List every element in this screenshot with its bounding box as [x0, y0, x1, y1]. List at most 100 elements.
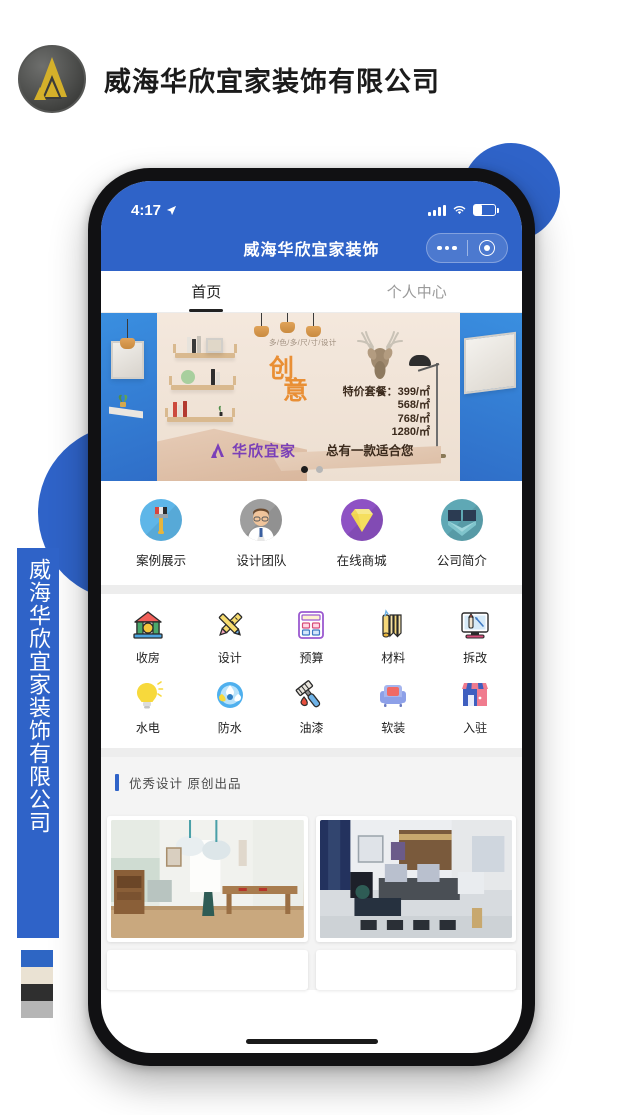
- waterproof-drops-icon: [213, 678, 247, 712]
- quick-nav-item-design-team[interactable]: 设计团队: [211, 499, 311, 569]
- banner-books-6: [173, 402, 177, 417]
- cellular-signal-icon: [428, 204, 446, 216]
- service-item-join[interactable]: 入驻: [434, 678, 516, 736]
- tab-bar: 首页 个人中心: [101, 271, 522, 313]
- banner-brand-text: 华欣宜家: [232, 443, 297, 460]
- phone-mockup: 4:17 威海华欣宜家装饰 首页 个人中心 多/色/多/尺/寸/设计 创 意 特…: [88, 168, 535, 1066]
- company-logo-icon: [18, 45, 86, 113]
- banner-vase-green: [181, 370, 195, 384]
- service-item-paint[interactable]: 油漆: [271, 678, 353, 736]
- banner-slogan: 总有一款适合您: [326, 444, 414, 458]
- design-card[interactable]: [315, 816, 516, 942]
- design-card[interactable]: [107, 816, 308, 942]
- quick-nav-label: 在线商城: [336, 554, 387, 568]
- design-card-photo: [319, 820, 512, 938]
- shop-icon: [458, 678, 492, 712]
- service-row-2: 水电 防水 油漆 软装 入驻: [107, 678, 516, 736]
- wifi-icon: [453, 206, 466, 215]
- banner-headline-char2: 意: [283, 376, 309, 405]
- service-row-1: 收房 设计 预算 材料 拆改: [107, 608, 516, 666]
- service-item-budget[interactable]: 预算: [271, 608, 353, 666]
- huaxin-logo-icon: [209, 442, 227, 459]
- banner-pendant-3: [306, 313, 321, 337]
- section-divider-1: [101, 585, 522, 594]
- close-target-icon[interactable]: [468, 240, 508, 256]
- banner-pendant-1: [254, 313, 269, 337]
- design-accent-bar: [115, 774, 119, 791]
- tab-home-label: 首页: [191, 284, 222, 301]
- service-label: 收房: [135, 651, 160, 665]
- section-divider-2: [101, 748, 522, 757]
- service-item-handover[interactable]: 收房: [107, 608, 189, 666]
- banner-carousel[interactable]: 多/色/多/尺/寸/设计 创 意 特价套餐：399/㎡ 568/㎡ 768/㎡ …: [101, 313, 522, 481]
- banner-plant-shelf: [217, 403, 225, 417]
- banner-pendant-lamp-left: [120, 319, 135, 349]
- palette-swatch-3: [21, 984, 53, 1001]
- palette-swatch-1: [21, 950, 53, 967]
- banner-shelf-frame-1: [206, 338, 223, 353]
- sofa-icon: [376, 678, 410, 712]
- service-label: 预算: [299, 651, 324, 665]
- banner-package-label: 特价套餐：: [342, 386, 398, 398]
- service-label: 材料: [381, 651, 406, 665]
- house-handover-icon: [131, 608, 165, 642]
- design-card-partial[interactable]: [315, 950, 516, 990]
- banner-wall-picture-right: [464, 331, 516, 395]
- carousel-dot-1[interactable]: [300, 466, 308, 473]
- banner-books-5: [216, 372, 220, 385]
- diamond-icon: [340, 499, 383, 541]
- open-book-icon: [440, 499, 483, 541]
- palette-swatch-4: [21, 1001, 53, 1018]
- carousel-indicator[interactable]: [300, 466, 323, 473]
- location-arrow-icon: [166, 205, 177, 215]
- lightbulb-icon: [131, 678, 165, 712]
- banner-shelf-1: [173, 344, 237, 358]
- status-bar: 4:17: [101, 181, 522, 225]
- service-label: 软装: [381, 721, 406, 735]
- design-card-photo: [111, 820, 304, 938]
- design-section-title: 优秀设计 原创出品: [129, 777, 242, 791]
- design-card-list-second-row: [101, 942, 522, 990]
- service-label: 入驻: [463, 721, 488, 735]
- quick-nav-item-about[interactable]: 公司简介: [412, 499, 512, 569]
- banner-books-8: [183, 401, 187, 417]
- service-item-waterproof[interactable]: 防水: [189, 678, 271, 736]
- quick-nav-grid: 案例展示 设计团队 在线商城 公司简介: [101, 481, 522, 585]
- miniprogram-capsule[interactable]: [426, 233, 508, 263]
- service-item-material[interactable]: 材料: [352, 608, 434, 666]
- banner-books-2: [192, 339, 196, 353]
- service-label: 水电: [135, 721, 160, 735]
- service-label: 防水: [217, 721, 242, 735]
- service-item-furnishing[interactable]: 软装: [352, 678, 434, 736]
- battery-icon: [473, 204, 499, 216]
- banner-price-1: 399/㎡: [397, 386, 430, 398]
- service-label: 拆改: [463, 651, 488, 665]
- banner-shelf-3: [165, 408, 235, 422]
- calculator-icon: [294, 608, 328, 642]
- color-palette: [21, 950, 53, 1018]
- banner-brand: 华欣宜家: [209, 440, 296, 461]
- palette-swatch-2: [21, 967, 53, 984]
- carousel-dot-2[interactable]: [315, 466, 323, 473]
- banner-plant-left: [115, 391, 131, 407]
- design-card-partial[interactable]: [107, 950, 308, 990]
- banner-shelf-2: [169, 376, 236, 390]
- tab-home[interactable]: 首页: [101, 281, 312, 302]
- page-title: 威海华欣宜家装饰有限公司: [104, 66, 440, 97]
- quick-nav-item-shop[interactable]: 在线商城: [312, 499, 412, 569]
- quick-nav-item-cases[interactable]: 案例展示: [111, 499, 211, 569]
- service-item-demolition[interactable]: 拆改: [434, 608, 516, 666]
- tab-profile-label: 个人中心: [386, 284, 447, 301]
- phone-screen: 4:17 威海华欣宜家装饰 首页 个人中心 多/色/多/尺/寸/设计 创 意 特…: [101, 181, 522, 1053]
- design-section-header: 优秀设计 原创出品: [101, 757, 522, 808]
- service-item-design[interactable]: 设计: [189, 608, 271, 666]
- page-header: 威海华欣宜家装饰有限公司: [18, 45, 440, 113]
- banner-books-1: [187, 337, 191, 353]
- pencil-ruler-icon: [213, 608, 247, 642]
- service-label: 油漆: [299, 721, 324, 735]
- designer-person-icon: [240, 499, 283, 541]
- service-item-electric[interactable]: 水电: [107, 678, 189, 736]
- tab-profile[interactable]: 个人中心: [312, 281, 523, 302]
- demolition-screen-icon: [458, 608, 492, 642]
- more-dots-icon[interactable]: [427, 245, 467, 251]
